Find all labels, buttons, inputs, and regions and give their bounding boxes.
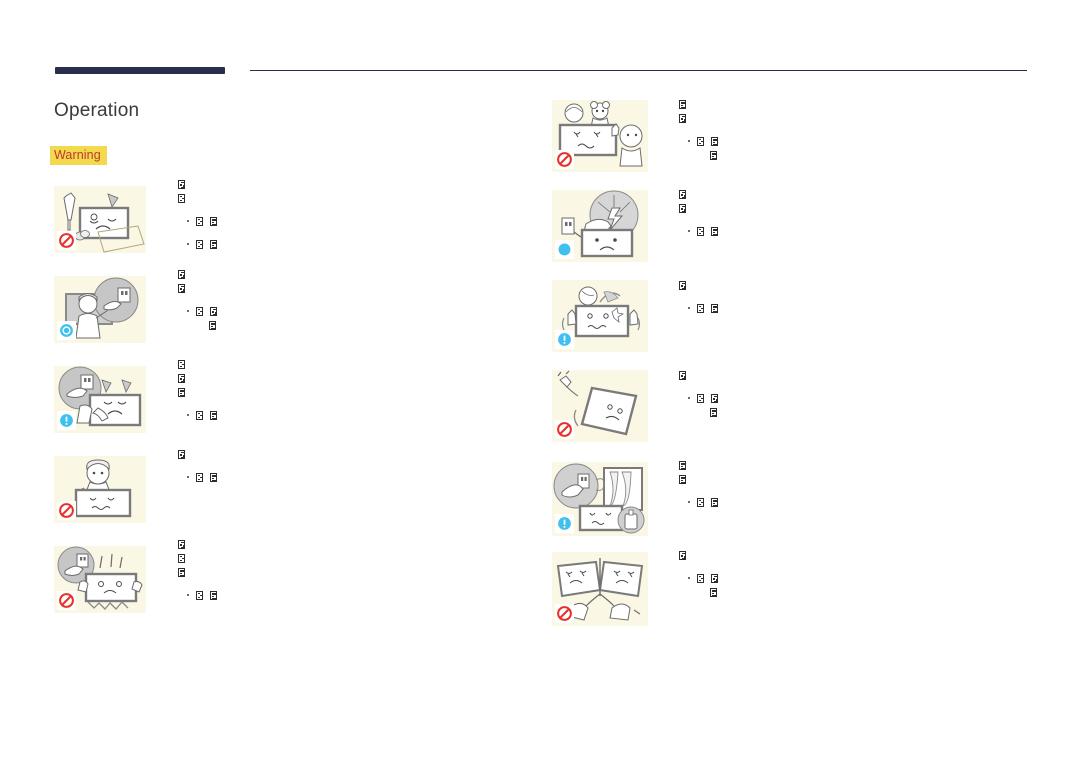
text-line [178,540,219,550]
text-line [178,374,219,384]
figure-unplug-display-when-smoke-or-noise [54,366,146,433]
manual-page: Operation Warning [0,0,1080,763]
text-block-left-2 [178,270,219,335]
text-block-right-5 [679,461,720,512]
text-line [178,360,219,370]
text-line [679,461,720,471]
text-line [178,180,219,190]
figure-unplug-display-during-lightning-storm [552,190,648,262]
text-line [178,284,219,294]
figure-do-not-drop-objects-on-display [552,280,648,352]
text-line-bullet [679,574,720,584]
exclamation-circle-icon [555,330,574,349]
text-line-bullet [679,227,720,237]
text-line [178,194,219,204]
figure-gas-leak-do-not-touch-plug-ventilate [552,462,648,536]
prohibited-icon [57,231,76,250]
page-title: Operation [54,100,140,121]
text-line-bullet [178,591,219,601]
figure-display-falling-shock-unplug [54,546,146,613]
exclamation-circle-icon [57,411,76,430]
text-line [679,100,720,110]
prohibited-icon [57,501,76,520]
info-circle-icon [57,321,76,340]
text-line [178,554,219,564]
text-block-right-4 [679,371,720,422]
figure-do-not-lift-or-move-display-by-cords [552,552,648,626]
text-line [178,568,219,578]
text-block-left-5 [178,540,219,605]
figure-do-not-move-display-by-pulling-cord [552,370,648,442]
text-line [178,270,219,280]
text-block-left-1 [178,180,219,254]
text-line-indent [178,321,219,331]
text-line-bullet [679,304,720,314]
text-line [679,551,720,561]
text-line-bullet [679,498,720,508]
prohibited-icon [555,604,574,623]
text-line [679,371,720,381]
prohibited-icon [555,420,574,439]
prohibited-icon [57,591,76,610]
text-line-bullet [178,411,219,421]
warning-label: Warning [50,146,107,165]
text-block-left-3 [178,360,219,425]
figure-child-reaching-toys-on-display [552,100,648,172]
text-line [679,281,720,291]
figure-child-hanging-on-display [54,456,146,523]
prohibited-icon [555,150,574,169]
dot-circle-icon [555,240,574,259]
text-line-bullet [178,473,219,483]
text-line-indent [679,408,720,418]
text-line [679,204,720,214]
text-line-indent [679,151,720,161]
text-line-bullet [178,307,219,317]
text-block-right-2 [679,190,720,241]
exclamation-circle-icon [555,514,574,533]
figure-person-unplugging-power-at-wall-outlet [54,276,146,343]
text-block-left-4 [178,450,219,487]
figure-screwdriver-coin-falling-on-display [54,186,146,253]
header-rule [250,70,1027,71]
text-line [679,114,720,124]
text-line [178,388,219,398]
text-line [679,190,720,200]
text-line-indent [679,588,720,598]
text-block-right-6 [679,551,720,602]
text-block-right-1 [679,100,720,165]
text-line [679,475,720,485]
text-line [178,450,219,460]
text-line-bullet [679,394,720,404]
text-block-right-3 [679,281,720,318]
text-line-bullet [178,217,219,227]
text-line-bullet [679,137,720,147]
header-accent-bar [55,67,225,74]
text-line-bullet [178,240,219,250]
